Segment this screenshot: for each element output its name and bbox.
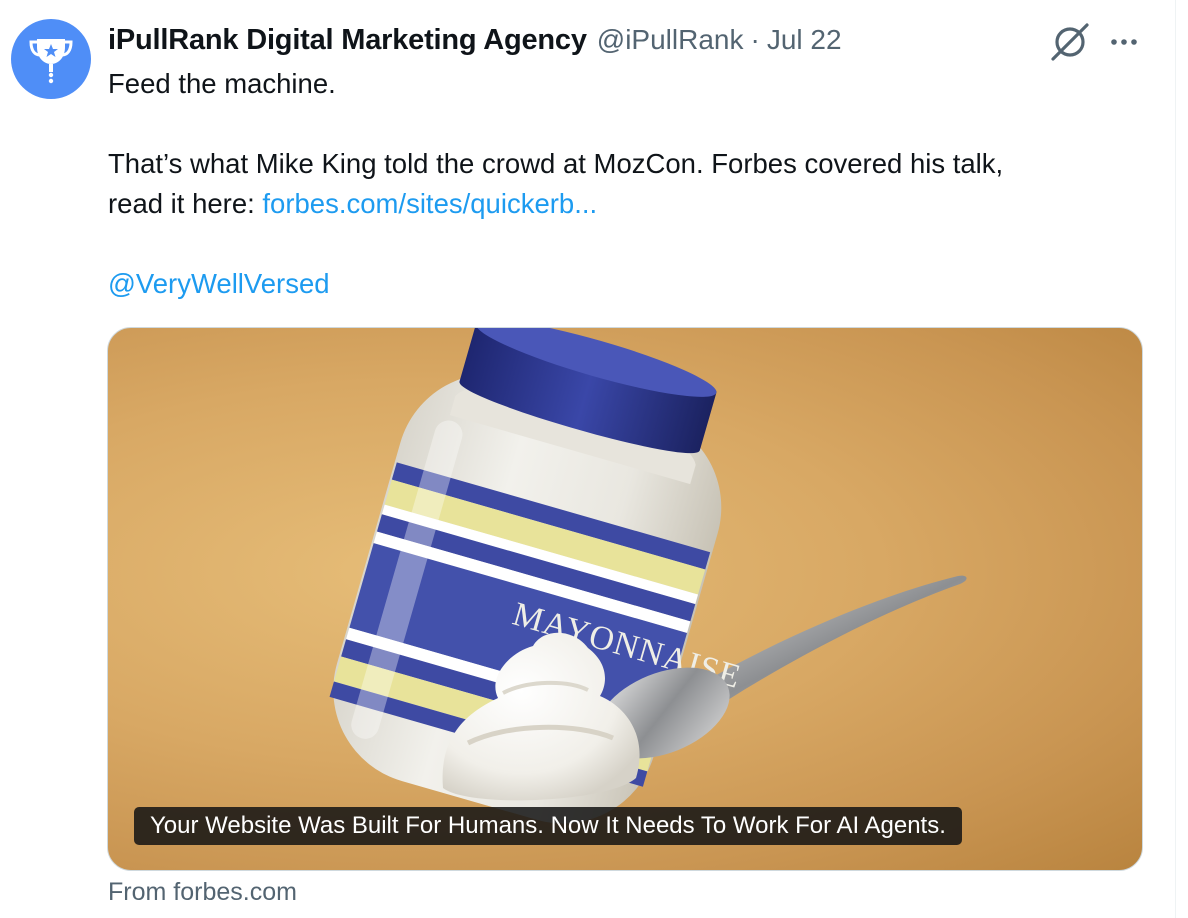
tweet-date[interactable]: Jul 22 — [767, 24, 842, 56]
more-dots-icon — [1111, 39, 1137, 45]
tweet-text: Feed the machine. That’s what Mike King … — [108, 64, 1148, 304]
more-options-button[interactable] — [1105, 23, 1143, 61]
card-headline: Your Website Was Built For Humans. Now I… — [134, 807, 962, 845]
mention-link[interactable]: @VeryWellVersed — [108, 268, 330, 299]
link-card[interactable]: MAYONNAISE Your Website Was Built For Hu… — [107, 327, 1143, 871]
grok-button[interactable] — [1049, 21, 1091, 63]
tweet-header: iPullRank Digital Marketing Agency @iPul… — [108, 20, 842, 60]
tweet-line: Feed the machine. — [108, 68, 336, 99]
author-handle[interactable]: @iPullRank — [597, 24, 744, 56]
avatar[interactable] — [11, 19, 91, 99]
author-name[interactable]: iPullRank Digital Marketing Agency — [108, 24, 587, 57]
timeline-divider — [1175, 0, 1176, 918]
separator-dot: · — [750, 24, 760, 55]
grok-icon — [1051, 23, 1089, 61]
tweet-line: That’s what Mike King told the crowd at … — [108, 148, 1004, 179]
trophy-icon — [29, 39, 73, 84]
card-source[interactable]: From forbes.com — [108, 878, 297, 907]
card-image: MAYONNAISE — [329, 328, 967, 824]
forbes-link[interactable]: forbes.com/sites/quickerb... — [262, 188, 597, 219]
tweet-line-prefix: read it here: — [108, 188, 263, 219]
tweet-line: read it here: forbes.com/sites/quickerb.… — [108, 184, 1148, 224]
